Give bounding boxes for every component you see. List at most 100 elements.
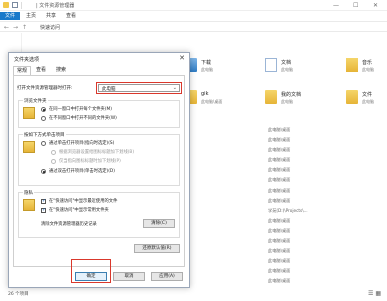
radio-single-click[interactable] bbox=[41, 141, 46, 146]
tab-search[interactable]: 搜索 bbox=[53, 66, 69, 75]
tab-home[interactable]: 主页 bbox=[26, 12, 36, 20]
dialog-title: 文件夹选项 bbox=[14, 57, 40, 63]
tile-gik[interactable]: gik 此电脑\桌面 bbox=[185, 87, 245, 111]
list-item[interactable]: 此电脑\桌面 bbox=[268, 256, 378, 266]
music-folder-icon bbox=[346, 58, 358, 72]
tile-label: 文档 bbox=[281, 60, 292, 66]
properties-icon[interactable] bbox=[12, 2, 18, 8]
option-label: 通过双击打开项目(单击时选定)(D) bbox=[49, 169, 115, 174]
list-item[interactable]: 此电脑\桌面 bbox=[268, 145, 378, 155]
radio-underline-all[interactable] bbox=[51, 150, 56, 155]
checkbox-recent-files[interactable] bbox=[41, 198, 46, 204]
tile-label: 下载 bbox=[201, 60, 212, 66]
tile-sublabel: 此电脑 bbox=[281, 67, 293, 72]
divider bbox=[21, 2, 22, 9]
maximize-button[interactable]: ☐ bbox=[353, 2, 358, 9]
documents-folder-icon bbox=[265, 58, 277, 72]
address-path[interactable]: 快速访问 bbox=[40, 24, 60, 31]
folder-icon bbox=[23, 107, 35, 119]
tile-sublabel: 此电脑\桌面 bbox=[201, 99, 223, 104]
list-item[interactable]: 此电脑\桌面 bbox=[268, 155, 378, 165]
forward-arrow-icon[interactable]: → bbox=[13, 24, 18, 31]
radio-underline-hover[interactable] bbox=[51, 159, 56, 164]
tab-view[interactable]: 查看 bbox=[66, 12, 76, 20]
cursor-icon bbox=[23, 141, 35, 153]
back-arrow-icon[interactable]: ← bbox=[4, 24, 9, 31]
view-toggle-icon[interactable]: ☰ ▦ bbox=[368, 290, 381, 297]
tab-view[interactable]: 查看 bbox=[33, 66, 49, 75]
group-title: 浏览文件夹 bbox=[23, 98, 48, 104]
general-tab-panel: 打开文件资源管理器时打开: 此电脑 ⌄ 浏览文件夹 在同一窗口中打开每个文件夹(… bbox=[13, 75, 185, 267]
radio-new-window[interactable] bbox=[41, 116, 46, 121]
clear-button[interactable]: 清除(C) bbox=[143, 219, 175, 228]
folder-options-dialog: 文件夹选项 ✕ 常规 查看 搜索 打开文件资源管理器时打开: 此电脑 ⌄ 浏览文… bbox=[8, 52, 190, 288]
folder-icon bbox=[346, 90, 358, 104]
browse-folders-group: 浏览文件夹 在同一窗口中打开每个文件夹(M) 在不同窗口中打开不同的文件夹(W) bbox=[18, 98, 180, 128]
list-item[interactable]: 学苑(D:)\Projects\... bbox=[268, 206, 378, 216]
tile-downloads[interactable]: 下载 此电脑 bbox=[185, 55, 245, 79]
restore-defaults-button[interactable]: 还原默认值(R) bbox=[134, 244, 180, 253]
radio-same-window[interactable] bbox=[41, 107, 46, 112]
tile-my-documents[interactable]: 我的文档 此电脑 bbox=[265, 87, 325, 111]
close-window-button[interactable]: ✕ bbox=[373, 2, 378, 9]
list-item[interactable]: 此电脑\桌面 bbox=[268, 216, 378, 226]
checkbox-frequent-folders[interactable] bbox=[41, 207, 46, 213]
item-count: 26 个项目 bbox=[8, 292, 29, 297]
tile-label: 文件 bbox=[362, 92, 373, 98]
list-item[interactable]: 此电脑\桌面 bbox=[268, 236, 378, 246]
tile-sublabel: 此电脑 bbox=[281, 99, 293, 104]
tile-sublabel: 此电脑 bbox=[362, 67, 374, 72]
tile-label: gik bbox=[201, 91, 209, 97]
list-item[interactable]: 此电脑\桌面 bbox=[268, 175, 378, 185]
tile-music[interactable]: 音乐 此电脑 bbox=[346, 55, 387, 79]
folder-icon bbox=[265, 90, 277, 104]
minimize-button[interactable]: — bbox=[333, 2, 339, 9]
option-label: 通过单击打开项目(指向时选定)(S) bbox=[49, 141, 115, 146]
folder-icon bbox=[3, 2, 9, 8]
list-item[interactable]: 此电脑\桌面 bbox=[268, 186, 378, 196]
list-item[interactable]: 此电脑\桌面 bbox=[268, 246, 378, 256]
list-item[interactable]: 此电脑\桌面 bbox=[268, 276, 378, 286]
recent-files-list: 此电脑\桌面 此电脑\桌面 此电脑\桌面 此电脑\桌面 此电脑\桌面 此电脑\桌… bbox=[268, 125, 378, 287]
option-label: 根据浏览器设置给图标标题加下划线(B) bbox=[59, 150, 135, 155]
option-label: 在不同窗口中打开不同的文件夹(W) bbox=[49, 116, 117, 121]
radio-double-click[interactable] bbox=[41, 169, 46, 174]
option-label: 在"快速访问"中显示最近使用的文件 bbox=[49, 199, 118, 204]
list-item[interactable]: 此电脑\桌面 bbox=[268, 196, 378, 206]
tab-file[interactable]: 文件 bbox=[0, 12, 20, 20]
tile-label: 音乐 bbox=[362, 60, 373, 66]
option-label: 在同一窗口中打开每个文件夹(M) bbox=[49, 107, 112, 112]
address-bar[interactable]: ← → ↑ 快速访问 bbox=[0, 21, 387, 32]
close-icon[interactable]: ✕ bbox=[179, 54, 185, 62]
window-controls: — ☐ ✕ bbox=[327, 0, 387, 11]
group-title: 按如下方式单击项目 bbox=[23, 132, 66, 138]
apply-button[interactable]: 应用(A) bbox=[151, 272, 183, 281]
tile-documents[interactable]: 文档 此电脑 bbox=[265, 55, 325, 79]
list-item[interactable]: 此电脑\桌面 bbox=[268, 266, 378, 276]
privacy-group: 隐私 在"快速访问"中显示最近使用的文件 在"快速访问"中显示常用文件夹 清除文… bbox=[18, 190, 180, 238]
tile-sublabel: 此电脑 bbox=[362, 99, 374, 104]
tile-sublabel: 此电脑 bbox=[201, 67, 213, 72]
list-item[interactable]: 此电脑\桌面 bbox=[268, 135, 378, 145]
group-title: 隐私 bbox=[23, 190, 34, 196]
tab-share[interactable]: 共享 bbox=[46, 12, 56, 20]
tab-general[interactable]: 常规 bbox=[13, 66, 32, 75]
dialog-tabs: 常规 查看 搜索 bbox=[13, 66, 183, 75]
up-arrow-icon[interactable]: ↑ bbox=[22, 24, 27, 31]
privacy-icon bbox=[23, 199, 35, 211]
option-label: 仅当指向图标标题时加下划线(P) bbox=[59, 159, 121, 164]
list-item[interactable]: 此电脑\桌面 bbox=[268, 165, 378, 175]
highlight-box bbox=[71, 259, 111, 283]
window-titlebar: | 文件资源管理器 — ☐ ✕ bbox=[0, 0, 387, 11]
ribbon-tabs: 文件 主页 共享 查看 bbox=[0, 11, 387, 20]
open-explorer-label: 打开文件资源管理器时打开: bbox=[17, 86, 73, 91]
tile-files[interactable]: 文件 此电脑 bbox=[346, 87, 387, 111]
cancel-button[interactable]: 取消 bbox=[113, 272, 145, 281]
list-item[interactable]: 此电脑\桌面 bbox=[268, 125, 378, 135]
click-items-group: 按如下方式单击项目 通过单击打开项目(指向时选定)(S) 根据浏览器设置给图标标… bbox=[18, 132, 180, 186]
status-bar: 26 个项目 ☰ ▦ bbox=[0, 286, 387, 301]
option-label: 在"快速访问"中显示常用文件夹 bbox=[49, 208, 109, 213]
list-item[interactable]: 此电脑\桌面 bbox=[268, 226, 378, 236]
clear-history-label: 清除文件资源管理器历史记录 bbox=[41, 222, 97, 227]
window-title: | 文件资源管理器 bbox=[36, 3, 75, 9]
